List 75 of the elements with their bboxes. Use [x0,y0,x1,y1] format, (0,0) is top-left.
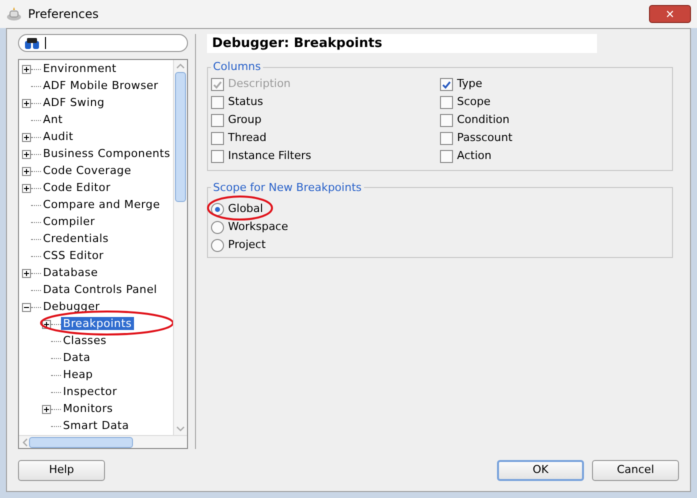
tree-item[interactable]: ADF Mobile Browser [41,79,160,92]
horizontal-scrollbar[interactable] [19,435,187,448]
radio-label: Workspace [228,220,288,233]
scroll-up-icon[interactable] [176,63,185,69]
close-button[interactable]: ✕ [649,5,691,23]
scroll-left-icon[interactable] [22,438,28,446]
radio-button[interactable] [211,220,224,234]
checkbox-label: Condition [457,112,510,128]
tree-item[interactable]: Compiler [41,215,97,228]
expand-icon[interactable] [22,150,31,159]
tree-item[interactable]: Classes [61,334,109,348]
checkbox[interactable] [211,132,224,145]
tree-item[interactable]: Inspector [61,385,120,398]
radio-button[interactable] [211,238,224,252]
tree-item[interactable]: Environment [41,62,119,76]
checkbox-label: Description [228,76,291,92]
app-icon [6,7,22,21]
expand-icon[interactable] [22,167,31,176]
tree-item[interactable]: Code Editor [41,181,113,194]
checkbox[interactable] [440,150,453,163]
expand-icon[interactable] [22,184,31,193]
tree-item[interactable]: Smart Data [61,419,132,432]
dialog-button[interactable]: Help [18,460,105,480]
highlight-ellipse [206,194,274,221]
checkbox-label: Passcount [457,130,512,146]
tree-item[interactable]: Ant [41,113,65,126]
vertical-scrollbar[interactable] [173,60,187,435]
expand-icon[interactable] [22,133,31,142]
check-icon [213,80,222,88]
radio-label: Global [228,202,264,215]
checkbox[interactable] [440,114,453,127]
collapse-icon[interactable] [22,303,31,312]
tree-item[interactable]: Heap [61,368,95,382]
group-title: Scope for New Breakpoints [212,180,363,196]
checkbox-label: Status [228,94,264,110]
tree-item[interactable]: Database [41,266,100,280]
tree-item[interactable]: Audit [41,130,76,144]
checkbox[interactable] [211,96,224,109]
checkbox[interactable] [440,78,453,91]
tree-item[interactable]: Data Controls Panel [41,283,160,296]
tree-item[interactable]: Business Components [41,147,172,160]
checkbox-label: Thread [228,130,266,146]
dialog-button[interactable]: Cancel [592,460,679,480]
tree-item[interactable]: CSS Editor [41,249,106,262]
group-title: Columns [212,59,262,75]
page-title: Debugger: Breakpoints [212,34,382,53]
binoculars-icon [25,38,39,48]
dialog-button[interactable]: OK [497,460,584,480]
checkbox[interactable] [440,132,453,145]
checkbox-label: Group [228,112,262,128]
checkbox-label: Instance Filters [228,148,312,164]
tree-item[interactable]: Breakpoints [61,317,134,330]
window-title: Preferences [28,6,99,23]
radio-label: Project [228,238,266,251]
checkbox-label: Scope [457,94,491,110]
tree-item[interactable]: Compare and Merge [41,198,162,212]
tree-item[interactable]: Credentials [41,232,111,246]
tree-item[interactable]: ADF Swing [41,96,107,110]
scroll-down-icon[interactable] [176,426,185,432]
checkbox[interactable] [440,96,453,109]
checkbox-label: Action [457,148,492,164]
expand-icon[interactable] [22,269,31,278]
radio-button[interactable] [211,202,224,216]
tree-item[interactable]: Data [61,351,92,364]
tree-item[interactable]: Debugger [41,300,102,314]
tree-item[interactable]: Monitors [61,402,115,416]
search-field[interactable] [18,34,188,52]
checkbox-label: Type [457,76,482,92]
tree-item[interactable]: Code Coverage [41,164,134,178]
checkbox[interactable] [211,150,224,163]
expand-icon[interactable] [42,405,51,414]
check-icon [442,80,451,88]
expand-icon[interactable] [22,99,31,108]
checkbox[interactable] [211,114,224,127]
expand-icon[interactable] [22,65,31,74]
